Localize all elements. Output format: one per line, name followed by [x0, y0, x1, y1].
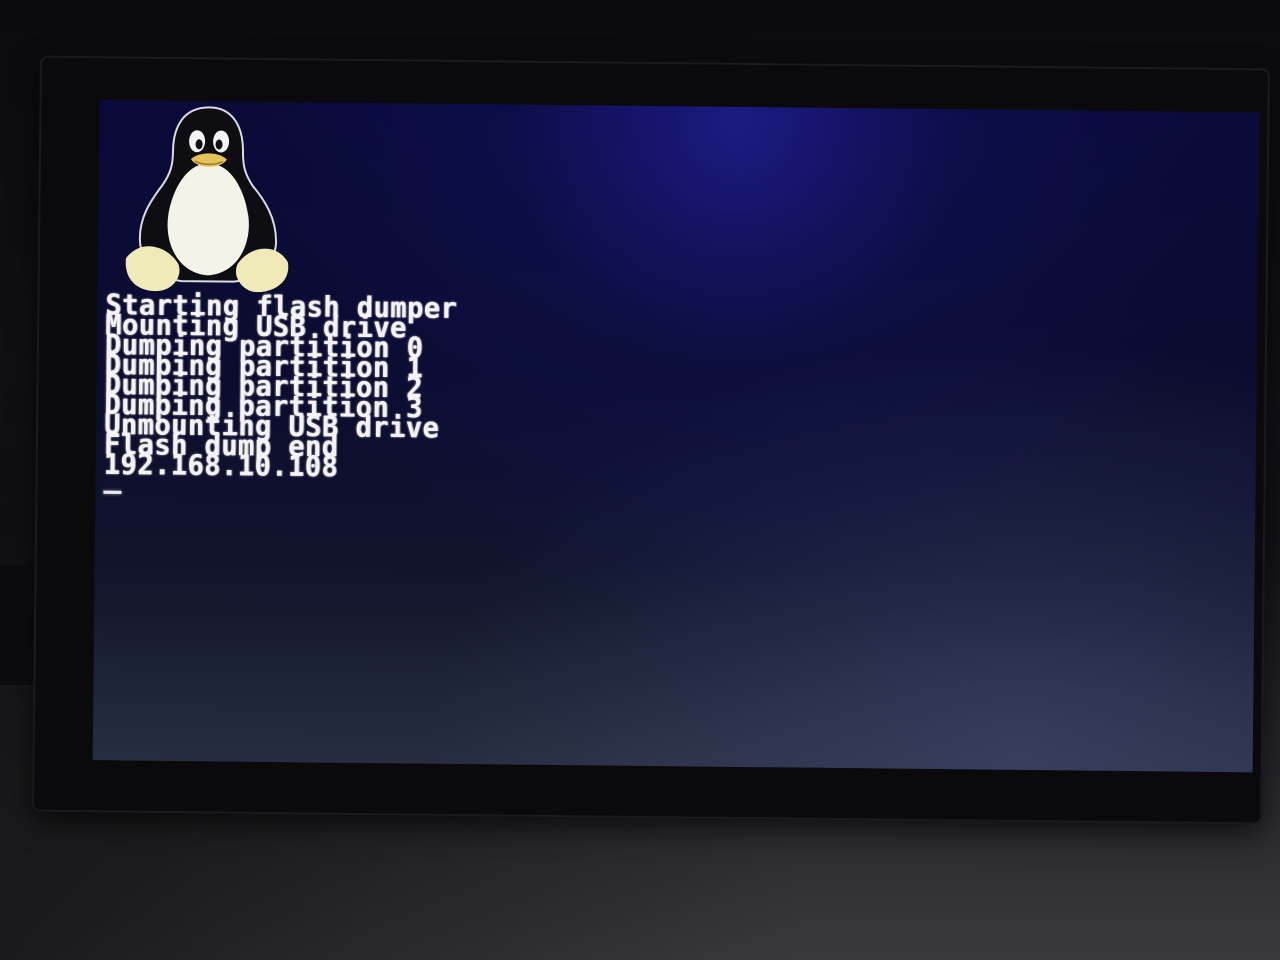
console-output: Starting flash dumper Mounting USB drive D… [103, 289, 457, 506]
side-object [0, 565, 38, 685]
text-cursor [103, 490, 122, 494]
ip-address-line: 192.168.10.108 [103, 448, 339, 484]
tux-penguin-icon [125, 106, 289, 293]
monitor-bezel: Starting flash dumper Mounting USB drive D… [34, 57, 1268, 823]
boot-screen: Starting flash dumper Mounting USB drive D… [92, 100, 1260, 773]
